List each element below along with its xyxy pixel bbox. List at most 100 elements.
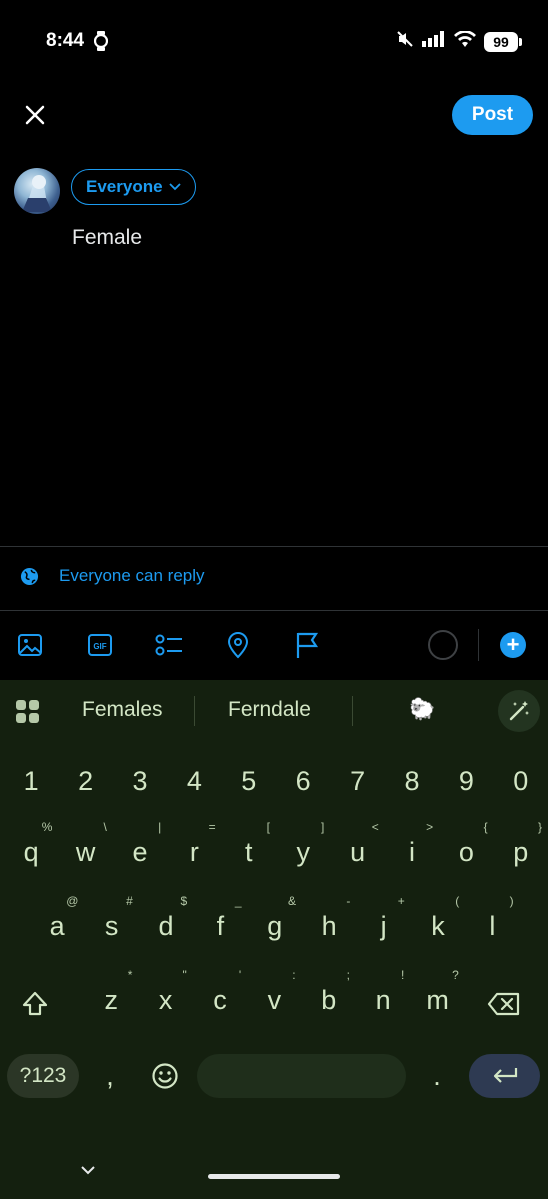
key-hint: ( bbox=[455, 894, 460, 908]
key-label: j bbox=[380, 910, 387, 941]
location-icon[interactable] bbox=[223, 630, 253, 660]
compose-text-input[interactable]: Female bbox=[72, 226, 142, 250]
close-button[interactable] bbox=[20, 100, 50, 130]
avatar[interactable] bbox=[14, 168, 60, 214]
image-icon[interactable] bbox=[15, 630, 45, 660]
key-hint: " bbox=[182, 968, 187, 982]
key-9[interactable]: 9 bbox=[439, 755, 493, 807]
key-label: 0 bbox=[513, 765, 529, 796]
period-key[interactable]: . bbox=[422, 1054, 452, 1098]
key-b[interactable]: ; b bbox=[302, 968, 356, 1026]
key-6[interactable]: 6 bbox=[276, 755, 330, 807]
reply-setting-label: Everyone can reply bbox=[59, 566, 205, 585]
key-i[interactable]: > i bbox=[385, 820, 439, 878]
enter-key[interactable] bbox=[469, 1054, 540, 1098]
key-hint: & bbox=[287, 894, 296, 908]
key-label: y bbox=[296, 836, 310, 867]
shift-key[interactable] bbox=[15, 984, 55, 1024]
key-0[interactable]: 0 bbox=[494, 755, 548, 807]
key-label: v bbox=[267, 984, 282, 1015]
key-c[interactable]: ' c bbox=[193, 968, 247, 1026]
space-key[interactable] bbox=[197, 1054, 406, 1098]
divider bbox=[478, 629, 479, 661]
comma-key[interactable]: , bbox=[95, 1054, 125, 1098]
key-label: d bbox=[158, 910, 174, 941]
key-5[interactable]: 5 bbox=[222, 755, 276, 807]
key-o[interactable]: {o bbox=[439, 820, 493, 878]
key-t[interactable]: [t bbox=[222, 820, 276, 878]
key-k[interactable]: (k bbox=[411, 894, 465, 952]
key-p[interactable]: } p bbox=[494, 820, 548, 878]
emoji-key[interactable] bbox=[145, 1054, 185, 1098]
key-x[interactable]: " x bbox=[138, 968, 192, 1026]
key-h[interactable]: -h bbox=[302, 894, 356, 952]
divider bbox=[194, 696, 195, 726]
key-2[interactable]: 2 bbox=[58, 755, 112, 807]
add-icon[interactable]: + bbox=[500, 632, 526, 658]
flag-icon[interactable] bbox=[292, 630, 322, 660]
key-m[interactable]: ? m bbox=[410, 968, 464, 1026]
key-e[interactable]: | e bbox=[113, 820, 167, 878]
key-w[interactable]: \ w bbox=[58, 820, 112, 878]
key-3[interactable]: 3 bbox=[113, 755, 167, 807]
key-label: s bbox=[104, 910, 119, 941]
key-u[interactable]: < u bbox=[330, 820, 384, 878]
key-label: e bbox=[132, 836, 148, 867]
key-1[interactable]: 1 bbox=[4, 755, 58, 807]
key-label: k bbox=[431, 910, 445, 941]
status-time: 8:44 bbox=[46, 30, 85, 51]
gif-label: GIF bbox=[93, 642, 106, 651]
key-r[interactable]: = r bbox=[167, 820, 221, 878]
key-q[interactable]: % q bbox=[4, 820, 58, 878]
key-j[interactable]: + j bbox=[356, 894, 410, 952]
backspace-icon bbox=[487, 992, 520, 1016]
key-label: r bbox=[189, 836, 199, 867]
key-n[interactable]: ! n bbox=[356, 968, 410, 1026]
key-label: 7 bbox=[350, 765, 366, 796]
key-label: 4 bbox=[186, 765, 202, 796]
reply-setting-button[interactable]: Everyone can reply bbox=[20, 566, 205, 586]
key-label: w bbox=[75, 836, 96, 867]
gif-icon[interactable]: GIF bbox=[85, 630, 115, 660]
key-a[interactable]: @ a bbox=[30, 894, 84, 952]
key-label: 8 bbox=[404, 765, 420, 796]
divider bbox=[352, 696, 353, 726]
key-hint: = bbox=[208, 820, 216, 834]
key-s[interactable]: # s bbox=[84, 894, 138, 952]
key-7[interactable]: 7 bbox=[330, 755, 384, 807]
key-v[interactable]: :v bbox=[247, 968, 301, 1026]
symbols-key[interactable]: ?123 bbox=[7, 1054, 79, 1098]
key-z[interactable]: * z bbox=[84, 968, 138, 1026]
backspace-key[interactable] bbox=[482, 984, 526, 1024]
key-f[interactable]: _ f bbox=[193, 894, 247, 952]
key-l[interactable]: ) l bbox=[465, 894, 519, 952]
key-label: 1 bbox=[23, 765, 39, 796]
key-g[interactable]: & g bbox=[248, 894, 302, 952]
post-button[interactable]: Post bbox=[452, 95, 533, 135]
apps-grid-icon[interactable] bbox=[16, 700, 40, 729]
key-hint: ) bbox=[509, 894, 514, 908]
key-label: t bbox=[245, 836, 253, 867]
hide-keyboard-chevron-icon[interactable] bbox=[80, 1162, 96, 1180]
key-hint: * bbox=[127, 968, 133, 982]
home-indicator[interactable] bbox=[208, 1174, 340, 1179]
suggestion-1[interactable]: Females bbox=[82, 698, 163, 722]
progress-ring-icon bbox=[428, 630, 458, 660]
audience-selector-button[interactable]: Everyone bbox=[71, 169, 196, 205]
key-8[interactable]: 8 bbox=[385, 755, 439, 807]
poll-icon[interactable] bbox=[154, 630, 184, 660]
suggestion-2[interactable]: Ferndale bbox=[228, 698, 311, 722]
key-y[interactable]: ] y bbox=[276, 820, 330, 878]
key-hint: } bbox=[537, 820, 542, 834]
key-hint: \ bbox=[103, 820, 107, 834]
divider bbox=[0, 610, 548, 611]
key-d[interactable]: $ d bbox=[139, 894, 193, 952]
globe-icon bbox=[20, 567, 39, 585]
suggestion-3[interactable]: 🐑 bbox=[409, 698, 435, 722]
magic-wand-button[interactable] bbox=[498, 690, 540, 732]
key-label: f bbox=[216, 910, 225, 941]
key-label: x bbox=[158, 984, 173, 1015]
key-label: 9 bbox=[458, 765, 474, 796]
key-hint: > bbox=[426, 820, 434, 834]
key-4[interactable]: 4 bbox=[167, 755, 221, 807]
